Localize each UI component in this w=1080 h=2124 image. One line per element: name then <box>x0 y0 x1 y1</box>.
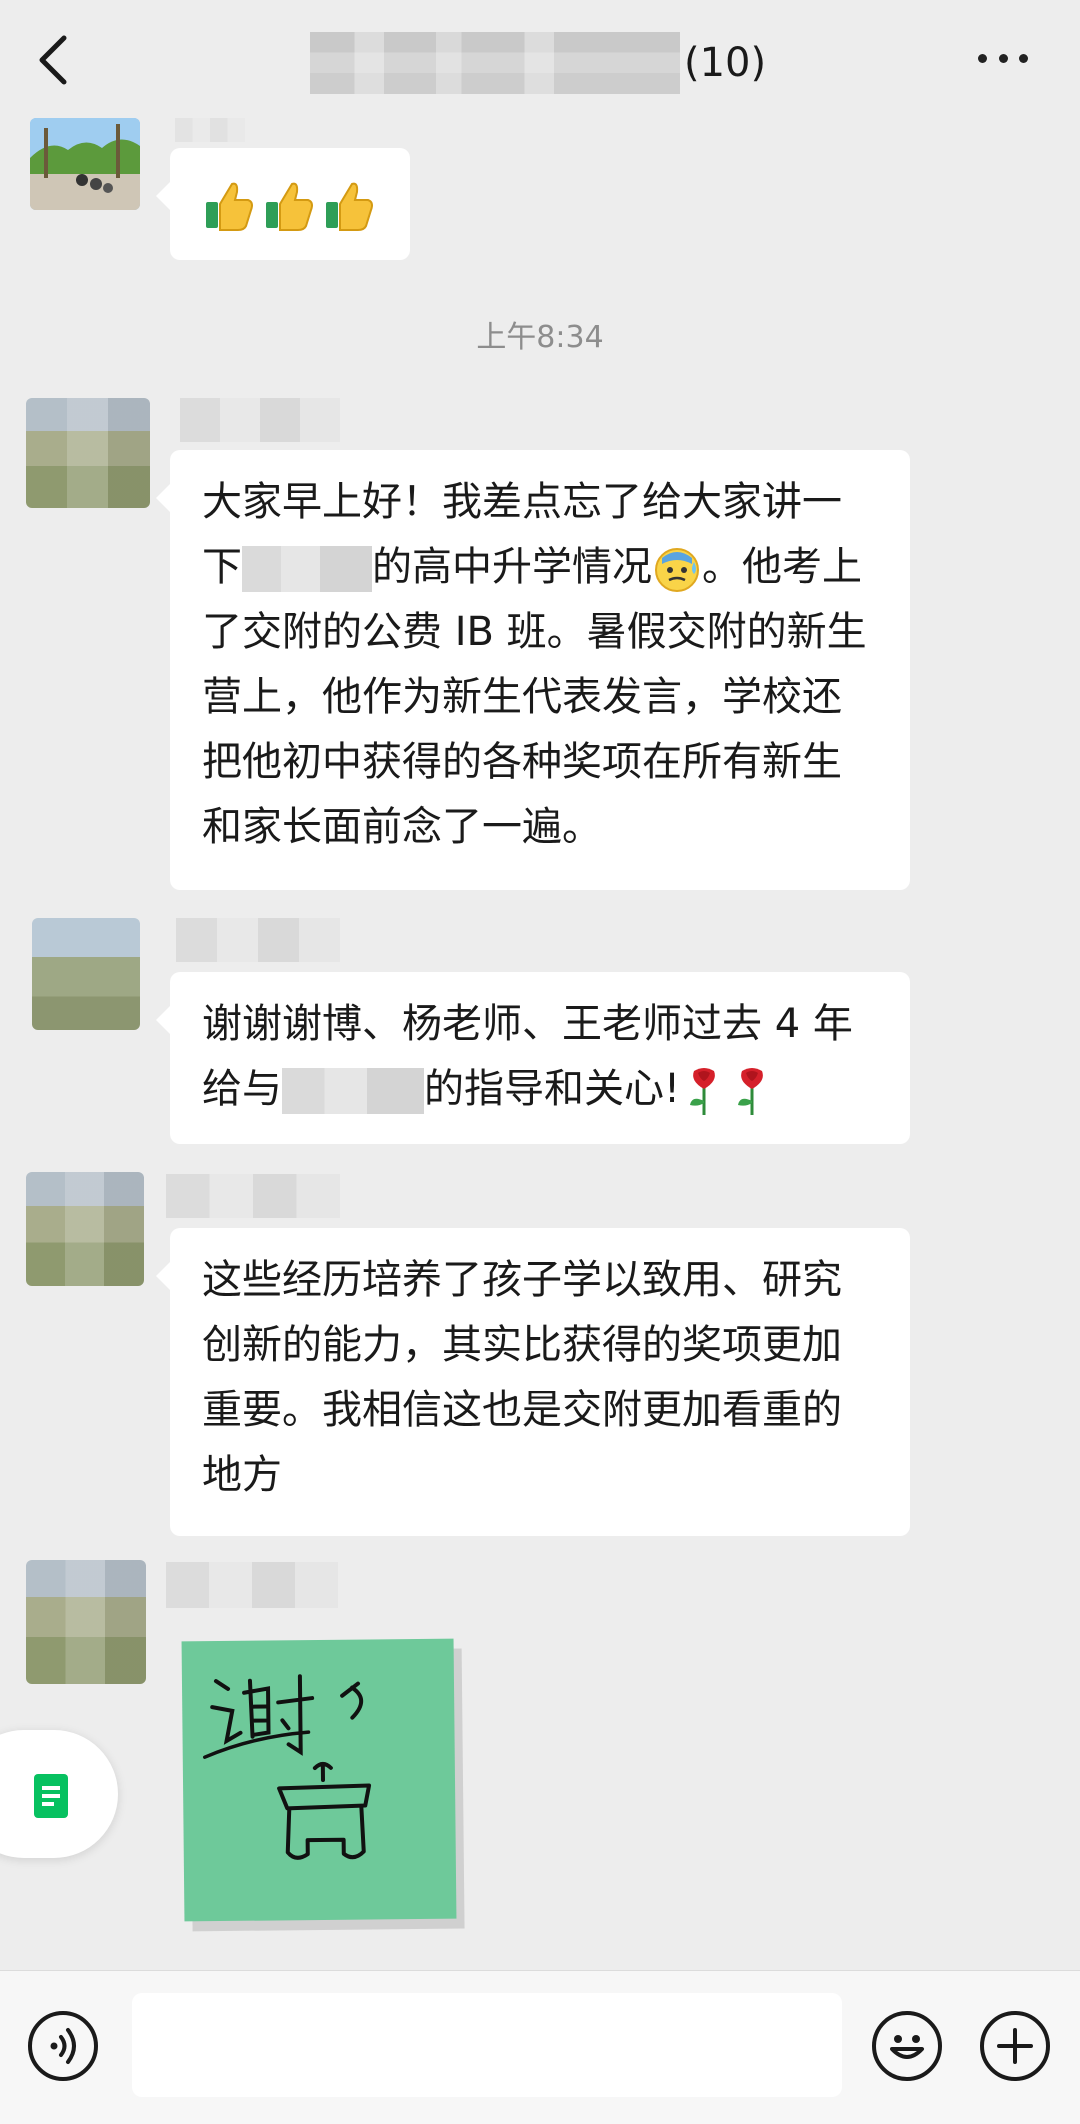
message-bubble[interactable]: 大家早上好！我差点忘了给大家讲一下 的高中升学情况 。他考上了交附的公费 IB 班。… <box>156 450 910 890</box>
message-text: 这些经历培养了孩子学以致用、研究创新的能力，其实比获得的奖项更加重要。我相信这也… <box>202 1257 842 1498</box>
avatar[interactable] <box>26 398 150 508</box>
floating-note-button[interactable] <box>0 1730 118 1858</box>
message-text: 大家早上好！我差点忘了给大家讲一下 的高中升学情况 。他考上了交附的公费 IB 班。… <box>202 479 867 850</box>
redacted-name <box>282 1068 424 1114</box>
thumbs-up-icon <box>206 182 253 231</box>
sender-name-redacted <box>166 1562 338 1608</box>
document-icon <box>34 1774 68 1818</box>
message-text: 谢谢谢博、杨老师、王老师过去 4 年给与 的指导和关心! <box>170 972 910 1144</box>
emoji-picker-icon[interactable] <box>872 2011 942 2081</box>
avatar[interactable] <box>30 118 140 210</box>
member-count: (10) <box>684 40 767 86</box>
rose-icon <box>738 1068 763 1115</box>
thumbs-up-emojis <box>202 178 376 232</box>
chat-title: (10) <box>310 28 766 98</box>
avatar[interactable] <box>32 918 140 1030</box>
back-arrow-icon[interactable] <box>30 30 80 90</box>
sender-name-redacted <box>175 118 245 142</box>
sticker-note[interactable] <box>181 1638 457 1922</box>
add-more-icon[interactable] <box>980 2011 1050 2081</box>
voice-input-icon[interactable] <box>28 2011 98 2081</box>
group-name-redacted <box>310 32 680 94</box>
avatar[interactable] <box>26 1172 144 1286</box>
message-input[interactable] <box>132 1993 842 2097</box>
message-bubble[interactable]: 这些经历培养了孩子学以致用、研究创新的能力，其实比获得的奖项更加重要。我相信这也… <box>156 1228 910 1536</box>
thumbs-up-icon <box>326 182 373 231</box>
sender-name-redacted <box>180 398 340 442</box>
sender-name-redacted <box>166 1174 340 1218</box>
sender-name-redacted <box>176 918 340 962</box>
thumbs-up-icon <box>266 182 313 231</box>
message-bubble[interactable]: 谢谢谢博、杨老师、王老师过去 4 年给与 的指导和关心! <box>156 972 910 1144</box>
rose-icon <box>690 1068 715 1115</box>
chat-header: (10) <box>0 0 1080 120</box>
message-timestamp: 上午8:34 <box>476 320 604 355</box>
input-bar <box>0 1970 1080 2124</box>
avatar[interactable] <box>26 1560 146 1684</box>
more-options-icon[interactable] <box>978 48 1028 68</box>
handwritten-thanks-sticker <box>203 1674 372 1860</box>
message-bubble[interactable] <box>156 148 410 260</box>
redacted-name <box>242 546 372 592</box>
sweat-smile-emoji-icon <box>655 548 699 592</box>
